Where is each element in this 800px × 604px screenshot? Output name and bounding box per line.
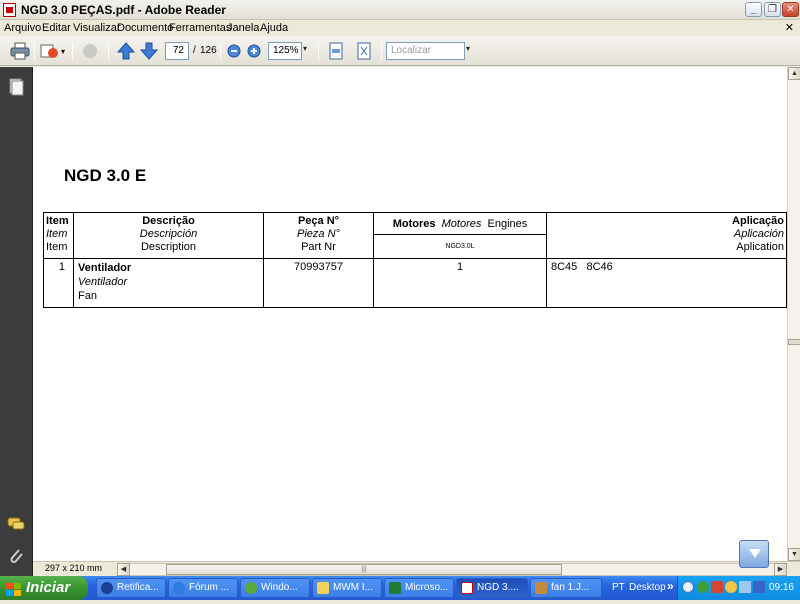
system-tray: 09:16 — [677, 576, 800, 600]
pdf-icon — [461, 582, 473, 594]
minimize-button[interactable]: _ — [745, 2, 762, 17]
horizontal-scrollbar[interactable]: ◀ ||| ▶ — [117, 563, 787, 576]
folder-icon — [317, 582, 329, 594]
cell-peca: 70993757 — [263, 258, 374, 308]
zoom-level-input[interactable]: 125% — [268, 42, 302, 60]
page-separator: / — [193, 45, 196, 56]
pages-icon[interactable] — [6, 77, 26, 97]
menu-janela[interactable]: Janela — [227, 22, 259, 34]
pdf-icon — [3, 3, 16, 17]
document-heading: NGD 3.0 E — [64, 166, 147, 185]
task-forum[interactable]: Fórum ... — [168, 578, 238, 598]
zoom-dropdown-icon[interactable]: ▾ — [303, 44, 307, 53]
cell-item: 1 — [43, 258, 74, 308]
menu-ferramentas[interactable]: Ferramentas — [169, 22, 231, 34]
scroll-up-icon[interactable]: ▲ — [788, 67, 800, 80]
collaborate-icon[interactable] — [80, 41, 100, 61]
start-button[interactable]: Iniciar — [0, 576, 88, 600]
messenger-tray-icon[interactable] — [725, 581, 737, 593]
tray-expand-icon[interactable] — [682, 581, 694, 593]
header-aplicacao: Aplicação Aplicación Aplication — [546, 212, 787, 259]
parts-table: Item Item Item Descrição Descripción Des… — [43, 212, 787, 308]
task-retifica[interactable]: Retifica... — [96, 578, 166, 598]
task-ngd-pdf[interactable]: NGD 3.... — [456, 578, 528, 598]
page-number-input[interactable]: 72 — [165, 42, 189, 60]
scroll-right-icon[interactable]: ▶ — [774, 563, 787, 576]
close-document-icon[interactable]: ✕ — [785, 21, 794, 34]
window-title: NGD 3.0 PEÇAS.pdf - Adobe Reader — [21, 3, 226, 17]
windows-logo-icon — [6, 581, 21, 596]
search-dropdown-icon[interactable]: ▾ — [466, 44, 470, 53]
menu-ajuda[interactable]: Ajuda — [260, 22, 288, 34]
start-label: Iniciar — [26, 579, 71, 596]
volume-icon[interactable] — [753, 581, 765, 593]
vertical-scrollbar[interactable]: ▲ ▼ — [787, 67, 800, 561]
messenger-icon — [245, 582, 257, 594]
language-indicator[interactable]: PT — [612, 582, 625, 593]
close-button[interactable]: ✕ — [782, 2, 799, 17]
fit-page-icon[interactable] — [354, 41, 374, 61]
zoom-in-icon[interactable] — [246, 41, 262, 61]
desktop-toolbar-label[interactable]: Desktop — [629, 582, 666, 593]
scroll-down-icon[interactable]: ▼ — [788, 548, 800, 561]
vertical-scroll-thumb[interactable] — [788, 339, 800, 345]
attachments-icon[interactable] — [6, 546, 26, 566]
print-icon[interactable] — [9, 41, 31, 61]
network-icon[interactable] — [697, 581, 709, 593]
next-page-icon[interactable] — [139, 41, 159, 61]
email-dropdown-icon[interactable]: ▾ — [59, 41, 67, 61]
header-motores: Motores Motores Engines — [373, 212, 547, 235]
antivirus-icon[interactable] — [711, 581, 723, 593]
menu-visualizar[interactable]: Visualizar — [73, 22, 121, 34]
toolbar: ▾ 72 / 126 125% ▾ Localizar ▾ — [0, 36, 800, 66]
fit-width-icon[interactable] — [326, 41, 346, 61]
table-row: 1 Ventilador Ventilador Fan 70993757 1 8… — [43, 258, 787, 308]
status-bar: 297 x 210 mm ◀ ||| ▶ — [33, 561, 800, 576]
header-motor-model: NGD3.0L — [373, 234, 547, 259]
internet-explorer-icon — [173, 582, 185, 594]
taskbar: Iniciar Retifica... Fórum ... Windo... M… — [0, 576, 800, 600]
next-page-button[interactable] — [739, 540, 769, 568]
document-page: NGD 3.0 E Item Item Item Descrição Descr… — [33, 67, 787, 561]
menu-documento[interactable]: Documento — [117, 22, 173, 34]
task-microsoft[interactable]: Microso... — [384, 578, 454, 598]
header-peca: Peça N° Pieza N° Part Nr — [263, 212, 374, 259]
task-windows[interactable]: Windo... — [240, 578, 310, 598]
cell-aplicacao: 8C45 8C46 — [546, 258, 787, 308]
navigation-pane — [0, 67, 33, 576]
total-pages: 126 — [200, 45, 217, 56]
horizontal-scroll-thumb[interactable]: ||| — [166, 564, 562, 575]
menu-arquivo[interactable]: Arquivo — [4, 22, 41, 34]
expand-toolbar-icon[interactable]: » — [667, 579, 674, 593]
cell-qty: 1 — [373, 258, 547, 308]
adobe-reader-window: NGD 3.0 PEÇAS.pdf - Adobe Reader _ ❐ ✕ A… — [0, 0, 800, 576]
email-icon[interactable] — [39, 41, 59, 61]
browser-icon — [101, 582, 113, 594]
scroll-left-icon[interactable]: ◀ — [117, 563, 130, 576]
previous-page-icon[interactable] — [116, 41, 136, 61]
clock[interactable]: 09:16 — [769, 582, 794, 593]
comments-icon[interactable] — [6, 514, 26, 534]
header-item: Item Item Item — [43, 212, 74, 259]
menu-bar: Arquivo Editar Visualizar Documento Ferr… — [0, 20, 800, 36]
task-fan-image[interactable]: fan 1.J... — [530, 578, 602, 598]
header-descricao: Descrição Descripción Description — [73, 212, 264, 259]
image-icon — [535, 582, 547, 594]
menu-editar[interactable]: Editar — [42, 22, 71, 34]
security-icon[interactable] — [739, 581, 751, 593]
page-size-label: 297 x 210 mm — [45, 563, 103, 573]
search-input[interactable]: Localizar — [386, 42, 465, 60]
excel-icon — [389, 582, 401, 594]
cell-descricao: Ventilador Ventilador Fan — [73, 258, 264, 308]
zoom-out-icon[interactable] — [226, 41, 242, 61]
restore-button[interactable]: ❐ — [764, 2, 781, 17]
title-bar: NGD 3.0 PEÇAS.pdf - Adobe Reader _ ❐ ✕ — [0, 0, 800, 20]
task-mwm[interactable]: MWM I... — [312, 578, 382, 598]
